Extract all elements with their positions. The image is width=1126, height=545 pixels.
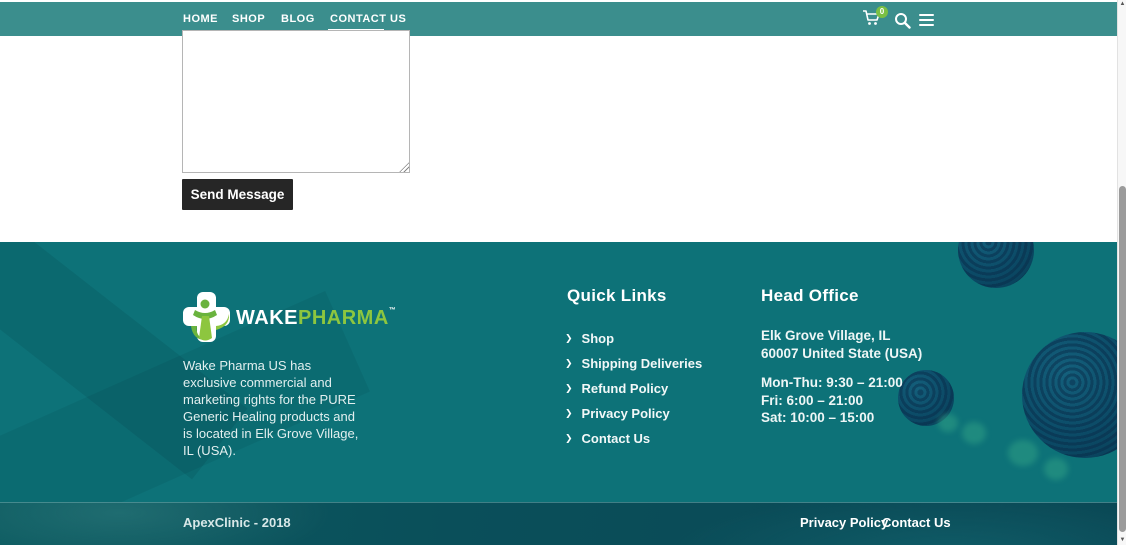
chevron-right-icon: ❯: [565, 358, 573, 368]
message-textarea[interactable]: [182, 30, 410, 173]
quick-links-list: ❯ Shop ❯ Shipping Deliveries ❯ Refund Po…: [565, 326, 702, 451]
link-refund-policy[interactable]: ❯ Refund Policy: [565, 376, 702, 401]
link-shop[interactable]: ❯ Shop: [565, 326, 702, 351]
scrollbar-thumb[interactable]: [1119, 186, 1126, 532]
wakepharma-logo-icon: [183, 292, 230, 342]
copyright-text: ApexClinic - 2018: [183, 515, 291, 530]
link-shipping-deliveries[interactable]: ❯ Shipping Deliveries: [565, 351, 702, 376]
scroll-up-icon[interactable]: ▲: [1118, 0, 1126, 9]
footer: WAKEPHARMA™ Wake Pharma US has exclusive…: [0, 242, 1126, 502]
footer-about-text: Wake Pharma US has exclusive commercial …: [183, 358, 359, 458]
hamburger-menu-icon[interactable]: [919, 14, 934, 26]
link-privacy-policy[interactable]: ❯ Privacy Policy: [565, 401, 702, 426]
head-office-address: Elk Grove Village, IL 60007 United State…: [761, 328, 923, 361]
head-office-hours: Mon-Thu: 9:30 – 21:00 Fri: 6:00 – 21:00 …: [761, 375, 903, 425]
contact-form-section: Send Message: [0, 30, 1117, 242]
bottom-privacy-policy-link[interactable]: Privacy Policy: [800, 515, 888, 530]
send-message-button[interactable]: Send Message: [182, 179, 293, 210]
search-button[interactable]: [894, 12, 911, 29]
scrollbar[interactable]: ▲ ▼: [1117, 0, 1126, 545]
bottom-bar: ApexClinic - 2018 Privacy Policy Contact…: [0, 502, 1126, 545]
chevron-right-icon: ❯: [565, 433, 573, 443]
bottom-contact-us-link[interactable]: Contact Us: [882, 515, 951, 530]
wakepharma-logo[interactable]: WAKEPHARMA™: [183, 292, 396, 342]
quick-links-title: Quick Links: [567, 286, 667, 305]
search-icon: [895, 13, 911, 29]
head-office-title: Head Office: [761, 286, 859, 305]
wakepharma-logo-text: WAKEPHARMA™: [236, 307, 397, 329]
cart-button[interactable]: 0: [862, 6, 888, 33]
chevron-right-icon: ❯: [565, 383, 573, 393]
link-contact-us[interactable]: ❯ Contact Us: [565, 426, 702, 451]
navbar: HOME SHOP BLOG CONTACT US 0: [0, 2, 1117, 36]
textarea-resize-handle[interactable]: [399, 162, 409, 172]
scroll-down-icon[interactable]: ▼: [1118, 536, 1126, 545]
chevron-right-icon: ❯: [565, 333, 573, 343]
cart-count-badge: 0: [876, 6, 888, 18]
chevron-right-icon: ❯: [565, 408, 573, 418]
